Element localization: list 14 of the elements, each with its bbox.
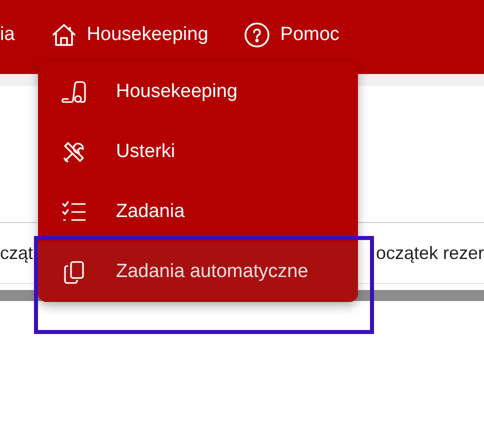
home-icon — [50, 22, 77, 48]
help-icon — [244, 22, 270, 48]
column-header: oczątek rezer — [376, 242, 484, 264]
copy-icon — [61, 259, 87, 285]
nav-link[interactable]: Housekeeping — [86, 24, 208, 46]
menu-item[interactable]: Zadania automatyczne — [38, 242, 358, 302]
menu-item[interactable]: Usterki — [38, 122, 358, 182]
vacuum-cleaner-icon — [60, 79, 88, 105]
menu-item[interactable]: Housekeeping — [38, 62, 358, 122]
nav-link[interactable]: Pomoc — [280, 24, 340, 46]
menu-item[interactable]: Zadania — [38, 182, 358, 242]
column-header: cząt — [0, 242, 34, 264]
nav-link[interactable]: ia — [0, 24, 15, 46]
tools-icon — [61, 139, 87, 165]
